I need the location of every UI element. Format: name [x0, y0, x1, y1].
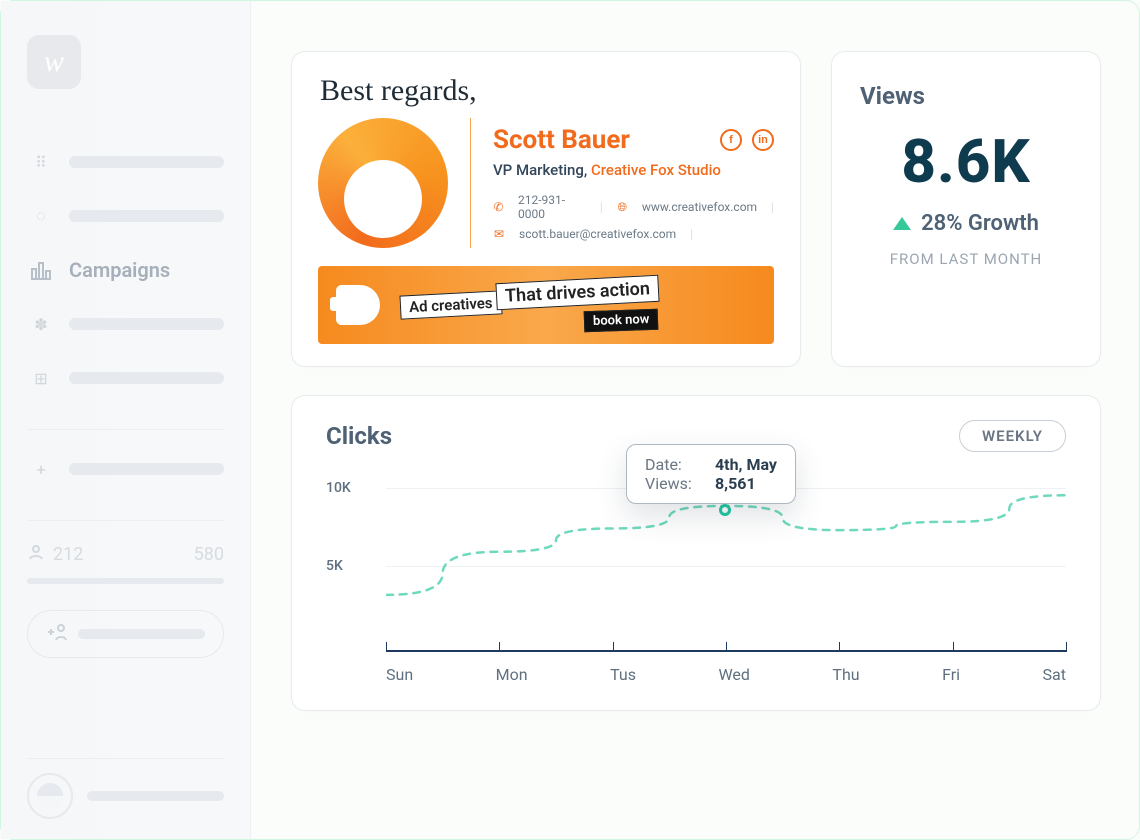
- x-tick-label: Sat: [1043, 665, 1066, 684]
- nav-item-add[interactable]: +: [27, 452, 224, 486]
- main-content: Best regards, Scott Bauer f in VP Market…: [251, 1, 1139, 839]
- add-user-button[interactable]: [27, 610, 224, 658]
- avatar: [27, 773, 73, 819]
- signature-contacts: ✆ 212-931-0000 | 🌐︎ www.creativefox.com …: [493, 193, 774, 241]
- banner-text-b: That drives action: [495, 275, 659, 310]
- x-labels: Sun Mon Tus Wed Thu Fri Sat: [386, 665, 1066, 684]
- nav-item-1[interactable]: ⠿: [27, 145, 224, 179]
- x-tick-label: Tus: [610, 665, 636, 684]
- banner-text-a: Ad creatives: [399, 290, 502, 319]
- contact-email[interactable]: scott.bauer@creativefox.com: [519, 227, 676, 241]
- nav-item-campaigns[interactable]: Campaigns: [27, 253, 224, 287]
- range-chip[interactable]: WEEKLY: [959, 420, 1066, 452]
- globe-icon: 🌐︎: [617, 200, 628, 215]
- grid-plus-icon: ⊞: [27, 367, 55, 389]
- banner-cta[interactable]: book now: [584, 309, 659, 333]
- chart-area[interactable]: 10K 5K SunMonTusWedThuFriSat Date:4th, M…: [326, 462, 1066, 692]
- chart-tooltip: Date:4th, May Views:8,561: [626, 444, 796, 504]
- sidebar: w ⠿ ◌ Campaigns ✽ ⊞ + 212 580: [1, 1, 251, 839]
- sidebar-account-row[interactable]: [27, 758, 224, 819]
- nav-item-4[interactable]: ✽: [27, 307, 224, 341]
- clicks-chart-card: Clicks WEEKLY 10K 5K SunMonTusWedThuFriS…: [291, 395, 1101, 711]
- stat-a: 212: [53, 544, 83, 565]
- contact-phone: 212-931-0000: [518, 193, 586, 221]
- plus-user-icon: [46, 622, 68, 646]
- nav-item-5[interactable]: ⊞: [27, 361, 224, 395]
- linkedin-icon[interactable]: in: [752, 129, 774, 151]
- flower-icon: ✽: [27, 313, 55, 335]
- y-label-mid: 5K: [326, 558, 343, 574]
- plus-icon: +: [27, 458, 55, 480]
- divider: [470, 118, 471, 248]
- people-icon: ⠿: [27, 151, 55, 173]
- chart-tooltip-dot: [719, 504, 731, 516]
- views-value: 8.6K: [901, 126, 1030, 197]
- y-label-hi: 10K: [326, 480, 351, 496]
- signature-role: VP Marketing, Creative Fox Studio: [493, 161, 774, 179]
- x-tick-label: Wed: [718, 665, 749, 684]
- fox-logo-icon: [318, 118, 448, 248]
- sidebar-stat-row: 212 580: [27, 543, 224, 566]
- progress-bar: [27, 578, 224, 584]
- megaphone-icon: [330, 279, 392, 331]
- up-arrow-icon: [893, 217, 911, 230]
- chart-title: Clicks: [326, 422, 392, 450]
- bar-chart-icon: [27, 259, 55, 281]
- x-tick-label: Fri: [942, 665, 960, 684]
- signature-greeting: Best regards,: [320, 74, 774, 108]
- stat-b: 580: [194, 544, 224, 565]
- views-card: Views 8.6K 28% Growth FROM LAST MONTH: [831, 51, 1101, 367]
- divider: [27, 520, 224, 521]
- x-tick-label: Mon: [496, 665, 528, 684]
- contact-website[interactable]: www.creativefox.com: [642, 200, 757, 214]
- signature-card: Best regards, Scott Bauer f in VP Market…: [291, 51, 801, 367]
- signature-name: Scott Bauer: [493, 125, 630, 155]
- mail-icon: ✉: [493, 227, 505, 241]
- nav-item-2[interactable]: ◌: [27, 199, 224, 233]
- facebook-icon[interactable]: f: [720, 129, 742, 151]
- phone-icon: ✆: [493, 200, 504, 214]
- user-icon: [27, 543, 45, 566]
- views-growth: 28% Growth: [893, 211, 1039, 236]
- views-title: Views: [860, 82, 925, 110]
- divider: [27, 429, 224, 430]
- views-subtitle: FROM LAST MONTH: [890, 250, 1043, 268]
- nav-label: Campaigns: [69, 258, 170, 282]
- x-tick-label: Sun: [386, 665, 413, 684]
- drop-icon: ◌: [27, 205, 55, 227]
- ad-banner[interactable]: Ad creatives That drives action book now: [318, 266, 774, 344]
- app-logo[interactable]: w: [27, 35, 81, 89]
- x-tick-label: Thu: [832, 665, 859, 684]
